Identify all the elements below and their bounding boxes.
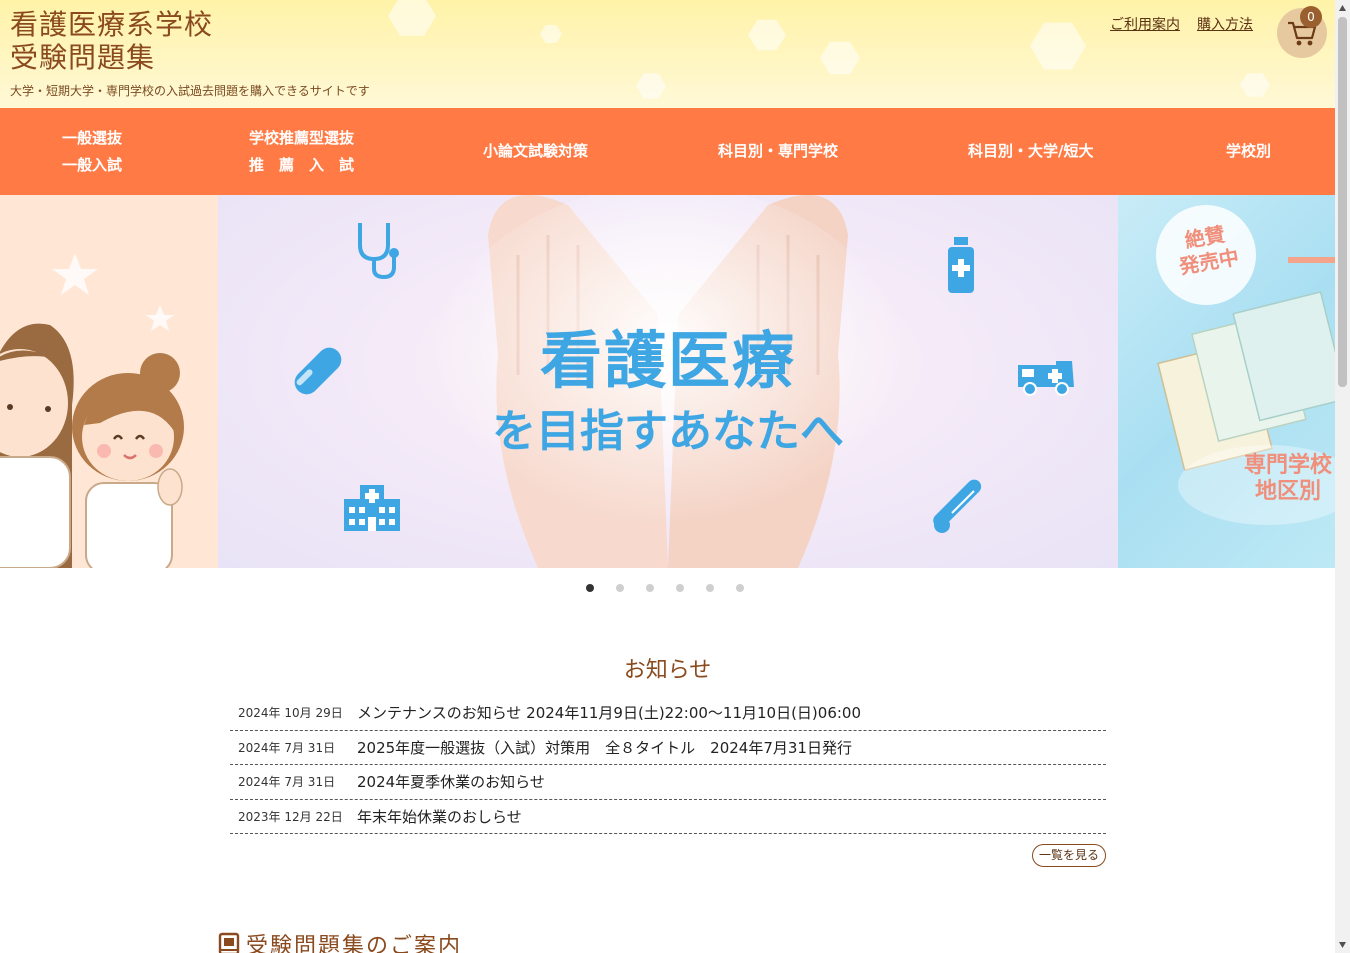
medicine-bottle-icon: [948, 237, 974, 293]
nav-item-general-selection[interactable]: 一般選抜 一般入試: [62, 108, 122, 195]
nav-item-subject-university[interactable]: 科目別・大学/短大: [968, 108, 1093, 195]
site-header: 看護医療系学校 受験問題集 大学・短期大学・専門学校の入試過去問題を購入できるサ…: [0, 0, 1335, 108]
main-nav: 一般選抜 一般入試 学校推薦型選抜 推 薦 入 試 小論文試験対策 科目別・専門…: [0, 108, 1335, 195]
usage-guide-link[interactable]: ご利用案内: [1110, 14, 1180, 34]
news-link[interactable]: 2024年夏季休業のお知らせ: [357, 771, 545, 792]
news-item[interactable]: 2024年 7月 31日 2024年夏季休業のお知らせ: [230, 765, 1106, 800]
nav-item-by-school[interactable]: 学校別: [1226, 108, 1271, 195]
news-item[interactable]: 2024年 7月 31日 2025年度一般選抜（入試）対策用 全８タイトル 20…: [230, 731, 1106, 765]
nurses-illustration: [0, 253, 184, 568]
news-more-button[interactable]: 一覧を見る: [1032, 844, 1106, 867]
nav-item-subject-vocational[interactable]: 科目別・専門学校: [718, 108, 838, 195]
nav-label: 推 薦 入 試: [249, 155, 355, 174]
decor-hexagon: [820, 41, 860, 75]
news-date: 2024年 7月 31日: [238, 775, 336, 790]
news-item[interactable]: 2024年 10月 29日 メンテナンスのお知らせ 2024年11月9日(土)2…: [230, 696, 1106, 731]
decor-hexagon: [636, 73, 666, 99]
site-tagline: 大学・短期大学・専門学校の入試過去問題を購入できるサイトです: [10, 84, 370, 98]
decor-hexagon: [1030, 22, 1086, 70]
carousel-dot[interactable]: [736, 584, 744, 592]
promo-caption-line2: 地区別: [1254, 479, 1321, 504]
logo-title-line2: 受験問題集: [10, 41, 156, 74]
scrollbar-thumb[interactable]: [1338, 17, 1347, 387]
carousel-dots: [586, 584, 744, 592]
news-date: 2023年 12月 22日: [238, 809, 343, 824]
news-date: 2024年 10月 29日: [238, 706, 343, 721]
nav-label: 科目別・専門学校: [718, 142, 839, 160]
nav-label: 学校別: [1226, 142, 1272, 160]
how-to-buy-link[interactable]: 購入方法: [1197, 14, 1253, 34]
carousel-dot[interactable]: [676, 584, 684, 592]
news-link[interactable]: 2025年度一般選抜（入試）対策用 全８タイトル 2024年7月31日発行: [357, 737, 852, 758]
promo-caption: 専門学校 地区別: [1228, 453, 1335, 505]
carousel-dot[interactable]: [706, 584, 714, 592]
logo-title-line1: 看護医療系学校: [10, 8, 214, 41]
nav-label: 小論文試験対策: [483, 142, 589, 160]
news-heading: お知らせ: [623, 658, 712, 683]
book-icon: [218, 932, 240, 953]
decor-hexagon: [748, 19, 786, 51]
header-links: ご利用案内 購入方法: [1110, 14, 1253, 34]
nav-label: 学校推薦型選抜: [249, 128, 355, 147]
promo-caption-line1: 専門学校: [1243, 453, 1332, 478]
hospital-icon: [344, 485, 400, 531]
news-link[interactable]: 年末年始休業のおしらせ: [357, 806, 522, 827]
slide-current[interactable]: 看護医療 を目指すあなたへ: [218, 195, 1118, 568]
hero-subline: を目指すあなたへ: [492, 406, 844, 457]
carousel-dot[interactable]: [646, 584, 654, 592]
carousel-dot[interactable]: [586, 584, 594, 592]
decor-hexagon: [388, 0, 436, 36]
news-link[interactable]: メンテナンスのお知らせ 2024年11月9日(土)22:00〜11月10日(日)…: [357, 702, 861, 723]
stethoscope-icon: [358, 223, 399, 280]
news-date: 2024年 7月 31日: [238, 740, 336, 755]
carousel-dot[interactable]: [616, 584, 624, 592]
decor-hexagon: [1240, 73, 1270, 97]
scroll-up-arrow-icon[interactable]: [1338, 4, 1347, 12]
slide-preview-previous[interactable]: [0, 195, 218, 568]
news-list: 2024年 10月 29日 メンテナンスのお知らせ 2024年11月9日(土)2…: [230, 696, 1106, 834]
cart-count-badge: 0: [1300, 6, 1322, 28]
slide-preview-next[interactable]: 絶賛 発売中 専門学校 地区別: [1118, 195, 1335, 568]
site-logo[interactable]: 看護医療系学校 受験問題集: [10, 8, 213, 74]
guide-heading: 受験問題集のご案内: [218, 928, 462, 953]
scroll-down-arrow-icon[interactable]: [1338, 941, 1347, 949]
news-item[interactable]: 2023年 12月 22日 年末年始休業のおしらせ: [230, 800, 1106, 834]
nav-item-essay[interactable]: 小論文試験対策: [483, 108, 588, 195]
thermometer-icon: [933, 479, 982, 533]
hero-headline: 看護医療: [539, 324, 796, 397]
decor-hexagon: [540, 25, 562, 43]
nav-label: 一般入試: [62, 155, 123, 174]
nav-label: 一般選抜: [62, 128, 123, 147]
nav-item-school-recommendation[interactable]: 学校推薦型選抜 推 薦 入 試: [249, 108, 354, 195]
guide-title: 受験問題集のご案内: [246, 934, 463, 953]
nav-label: 科目別・大学/短大: [968, 142, 1094, 160]
hero-carousel[interactable]: 看護医療 を目指すあなたへ 絶賛 発売中 専門学校 地区別: [0, 195, 1335, 568]
